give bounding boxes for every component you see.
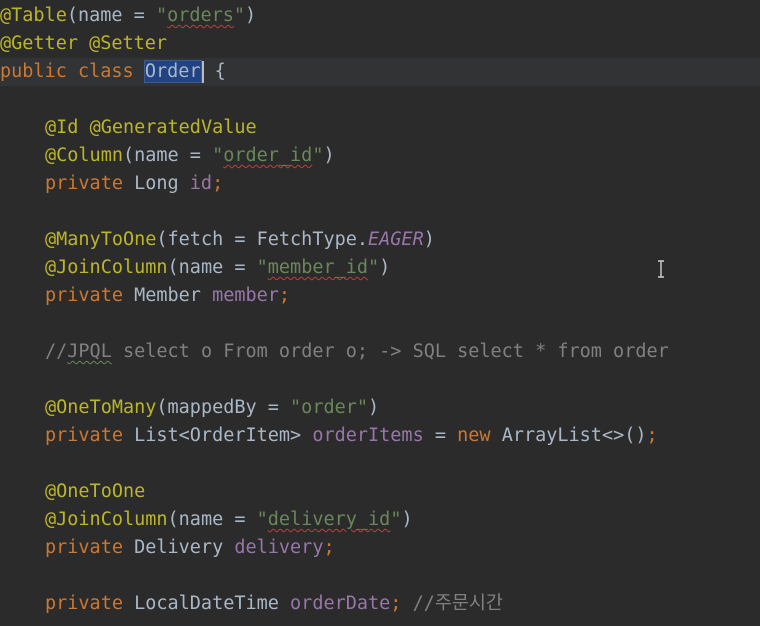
code-token: id	[189, 173, 213, 194]
code-token: @JoinColumn	[45, 509, 168, 530]
code-token: )	[379, 257, 391, 278]
code-token: orderItems	[312, 425, 424, 446]
code-line[interactable]: @Column(name = "order_id")	[0, 142, 335, 170]
code-line[interactable]: private LocalDateTime orderDate; //주문시간	[0, 590, 503, 618]
code-token: )	[245, 5, 257, 26]
code-line[interactable]: @Getter @Setter	[0, 30, 167, 58]
code-editor[interactable]: @Table(name = "orders") @Getter @Setter pu…	[0, 0, 760, 626]
code-token: @Id	[45, 117, 79, 138]
code-line[interactable]: private Member member;	[0, 282, 290, 310]
code-token: @GeneratedValue	[89, 117, 257, 138]
code-token: @Setter	[89, 33, 168, 54]
code-token: select o From order o; -> SQL select * f…	[111, 341, 669, 362]
code-token: orders	[167, 5, 234, 26]
code-token: @Column	[45, 145, 123, 166]
code-line[interactable]: private Long id;	[0, 170, 223, 198]
code-token: ;	[646, 425, 658, 446]
code-token: orderDate	[290, 593, 391, 614]
code-token: private	[45, 285, 123, 306]
code-token: @OneToOne	[45, 481, 146, 502]
code-token: @OneToMany	[45, 397, 157, 418]
text-cursor-icon	[658, 260, 664, 278]
code-token: (name =	[122, 145, 213, 166]
code-token: @JoinColumn	[45, 257, 168, 278]
code-token: order_id	[223, 145, 313, 166]
code-line[interactable]: private Delivery delivery;	[0, 534, 335, 562]
code-token: //주문시간	[401, 593, 503, 614]
code-token: private	[45, 173, 123, 194]
code-token: (name =	[167, 509, 257, 530]
code-token: Member	[122, 285, 213, 306]
code-token: private	[45, 537, 123, 558]
code-token: EAGER	[368, 229, 424, 250]
code-token: )	[423, 229, 435, 250]
code-token: JPQL	[67, 341, 112, 362]
code-token: private	[45, 425, 123, 446]
code-line[interactable]: @ManyToOne(fetch = FetchType.EAGER)	[0, 226, 435, 254]
code-token: "	[368, 257, 380, 278]
code-token: (mappedBy =	[156, 397, 291, 418]
code-token: "	[256, 509, 268, 530]
code-token: List<OrderItem>	[122, 425, 313, 446]
code-token: (name =	[66, 5, 156, 26]
code-line[interactable]: @Id @GeneratedValue	[0, 114, 257, 142]
code-line[interactable]: @JoinColumn(name = "delivery_id")	[0, 506, 413, 534]
code-token: @Getter	[0, 33, 78, 54]
code-token: ;	[212, 173, 224, 194]
code-token: @Table	[0, 5, 67, 26]
code-token: Delivery	[122, 537, 235, 558]
code-line[interactable]: @OneToOne	[0, 478, 145, 506]
code-token: member_id	[267, 257, 369, 278]
code-token: (name =	[167, 257, 257, 278]
code-line[interactable]: private List<OrderItem> orderItems = new…	[0, 422, 658, 450]
code-token: LocalDateTime	[122, 593, 291, 614]
code-token: delivery	[234, 537, 324, 558]
code-token: member	[212, 285, 279, 306]
code-token: class	[77, 61, 134, 82]
code-token: //	[45, 341, 68, 362]
code-token: ;	[390, 593, 402, 614]
code-token: public	[0, 61, 67, 82]
code-token: "order"	[290, 397, 369, 418]
code-token: ;	[323, 537, 335, 558]
code-token: ArrayList<>()	[490, 425, 647, 446]
code-line-current[interactable]: public class Order {	[0, 58, 760, 86]
code-token: {	[203, 61, 226, 82]
code-token: "	[312, 145, 324, 166]
code-token: =	[423, 425, 458, 446]
code-token: Long	[122, 173, 190, 194]
code-token: )	[368, 397, 380, 418]
code-token: "	[390, 509, 402, 530]
code-token: "	[155, 5, 168, 26]
code-token: "	[233, 5, 246, 26]
code-line[interactable]: @OneToMany(mappedBy = "order")	[0, 394, 379, 422]
code-line[interactable]: @Table(name = "orders")	[0, 2, 256, 30]
code-token: "	[212, 145, 224, 166]
code-token: @ManyToOne	[45, 229, 157, 250]
code-token: "	[256, 257, 268, 278]
code-token: delivery_id	[267, 509, 391, 530]
code-line[interactable]: @JoinColumn(name = "member_id")	[0, 254, 390, 282]
code-token: private	[45, 593, 123, 614]
code-token: new	[457, 425, 491, 446]
code-token: )	[323, 145, 335, 166]
code-token: )	[401, 509, 413, 530]
code-token: ;	[278, 285, 291, 306]
code-line[interactable]: //JPQL select o From order o; -> SQL sel…	[0, 338, 669, 366]
code-token: Order	[143, 60, 202, 83]
code-token: (fetch = FetchType.	[156, 229, 369, 250]
